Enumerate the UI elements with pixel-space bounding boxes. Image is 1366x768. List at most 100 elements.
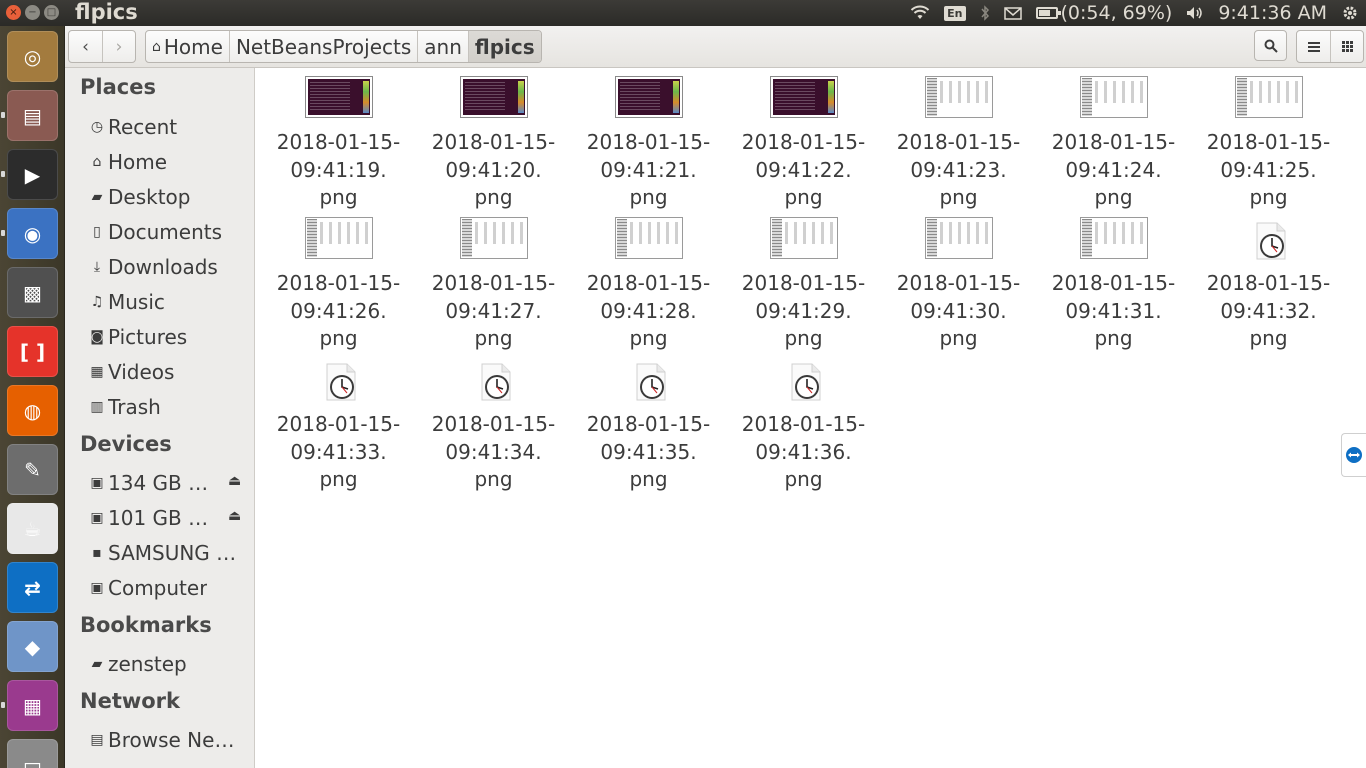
gear-icon[interactable]: [1341, 4, 1359, 22]
sidebar-item-pictures[interactable]: ◙ Pictures: [87, 322, 247, 352]
sidebar-header-bookmarks: Bookmarks: [80, 613, 212, 637]
search-button[interactable]: [1254, 30, 1287, 61]
firefox-icon[interactable]: ◍: [7, 385, 58, 436]
volume-icon[interactable]: [1186, 6, 1204, 20]
image-thumbnail: [459, 76, 528, 118]
file-item[interactable]: 2018-01-15- 09:41:21. png: [571, 76, 726, 217]
eject-icon[interactable]: ⏏: [228, 473, 241, 489]
mail-icon[interactable]: [1003, 6, 1022, 20]
teamviewer-icon: [1346, 447, 1362, 463]
image-thumbnail: [614, 217, 683, 259]
file-item[interactable]: 2018-01-15- 09:41:25. png: [1191, 76, 1346, 217]
java-icon[interactable]: ☕: [7, 503, 58, 554]
breadcrumb-netbeansprojects[interactable]: NetBeansProjects: [230, 31, 419, 62]
battery-indicator[interactable]: (0:54, 69%): [1035, 2, 1172, 24]
sidebar-item-label: Pictures: [108, 325, 188, 349]
sidebar-item-recent[interactable]: ◷ Recent: [87, 112, 247, 142]
wifi-icon[interactable]: [910, 5, 930, 21]
thumbnail-loading-icon: [631, 363, 667, 401]
image-thumbnail: [1079, 76, 1148, 118]
list-view-button[interactable]: [1297, 31, 1330, 62]
window-controls: × − □: [6, 5, 59, 20]
file-name: 2018-01-15- 09:41:31. png: [1051, 271, 1176, 350]
file-name: 2018-01-15- 09:41:35. png: [586, 412, 711, 491]
video-editor-icon[interactable]: ▩: [7, 267, 58, 318]
file-manager-icon[interactable]: ▤: [7, 90, 58, 141]
folder-icon: ▰: [91, 656, 103, 672]
file-item[interactable]: 2018-01-15- 09:41:30. png: [881, 217, 1036, 358]
sidebar-item-downloads[interactable]: ⤓ Downloads: [87, 252, 247, 282]
sidebar-item-label: Desktop: [108, 185, 191, 209]
sidebar-item-trash[interactable]: ▥ Trash: [87, 392, 247, 422]
breadcrumb-ann[interactable]: ann: [418, 31, 469, 62]
sidebar-item-label: Browse Ne…: [108, 728, 235, 752]
sidebar-network-browse-ne[interactable]: ▤ Browse Ne…: [87, 725, 247, 755]
eject-icon[interactable]: ⏏: [228, 508, 241, 524]
virtualbox-icon[interactable]: ◆: [7, 621, 58, 672]
sidebar-bookmark-zenstep[interactable]: ▰ zenstep: [87, 649, 247, 679]
chromium-icon[interactable]: ◉: [7, 208, 58, 259]
thumbnail-loading-icon: [786, 363, 822, 401]
image-thumbnail: [304, 76, 373, 118]
grid-view-icon: [1341, 41, 1353, 52]
teamviewer-icon[interactable]: ⇄: [7, 562, 58, 613]
brackets-icon[interactable]: [ ]: [7, 326, 58, 377]
file-name: 2018-01-15- 09:41:20. png: [431, 130, 556, 209]
file-item[interactable]: 2018-01-15- 09:41:33. png: [261, 358, 416, 499]
bluetooth-icon[interactable]: [980, 5, 990, 21]
minimize-window-button[interactable]: −: [25, 5, 40, 20]
back-button[interactable]: ‹: [69, 31, 102, 62]
file-item[interactable]: 2018-01-15- 09:41:19. png: [261, 76, 416, 217]
file-item[interactable]: 2018-01-15- 09:41:20. png: [416, 76, 571, 217]
file-item[interactable]: 2018-01-15- 09:41:24. png: [1036, 76, 1191, 217]
teamviewer-side-panel-tab[interactable]: [1341, 433, 1366, 477]
removable-drive-icon[interactable]: ▭: [7, 739, 58, 768]
forward-button[interactable]: ›: [102, 31, 135, 62]
clock[interactable]: 9:41:36 AM: [1218, 2, 1327, 24]
grid-view-button[interactable]: [1330, 31, 1363, 62]
file-item[interactable]: 2018-01-15- 09:41:32. png: [1191, 217, 1346, 358]
file-item[interactable]: 2018-01-15- 09:41:28. png: [571, 217, 726, 358]
ubuntu-dash-icon[interactable]: ◎: [7, 31, 58, 82]
sidebar-item-home[interactable]: ⌂ Home: [87, 147, 247, 177]
sidebar-item-videos[interactable]: ▦ Videos: [87, 357, 247, 387]
file-item[interactable]: 2018-01-15- 09:41:26. png: [261, 217, 416, 358]
file-item[interactable]: 2018-01-15- 09:41:36. png: [726, 358, 881, 499]
terminal-icon[interactable]: ▶: [7, 149, 58, 200]
file-name: 2018-01-15- 09:41:25. png: [1206, 130, 1331, 209]
keyboard-layout-indicator[interactable]: En: [944, 5, 966, 21]
view-switcher: [1296, 30, 1364, 63]
breadcrumb: ⌂ Home NetBeansProjects ann flpics: [145, 30, 542, 63]
file-item[interactable]: 2018-01-15- 09:41:34. png: [416, 358, 571, 499]
folder-icon: ▰: [91, 189, 103, 205]
text-editor-icon[interactable]: ✎: [7, 444, 58, 495]
sidebar-device-computer[interactable]: ▣ Computer: [87, 573, 247, 603]
sidebar-header-network: Network: [80, 689, 181, 713]
breadcrumb-home[interactable]: ⌂ Home: [146, 31, 230, 62]
sidebar-device-samsung[interactable]: ▪ SAMSUNG …: [87, 538, 247, 568]
sidebar-item-label: Downloads: [108, 255, 218, 279]
maximize-window-button[interactable]: □: [44, 5, 59, 20]
file-view[interactable]: 2018-01-15- 09:41:19. png 2018-01-15- 09:…: [256, 68, 1366, 768]
sidebar-item-music[interactable]: ♫ Music: [87, 287, 247, 317]
sidebar-device-101-gb[interactable]: ▣ 101 GB …: [87, 503, 247, 533]
breadcrumb-flpics[interactable]: flpics: [468, 31, 541, 62]
workspace-switcher-icon[interactable]: ▦: [7, 680, 58, 731]
file-item[interactable]: 2018-01-15- 09:41:31. png: [1036, 217, 1191, 358]
file-item[interactable]: 2018-01-15- 09:41:22. png: [726, 76, 881, 217]
file-item[interactable]: 2018-01-15- 09:41:35. png: [571, 358, 726, 499]
sidebar-item-label: Documents: [108, 220, 223, 244]
file-item[interactable]: 2018-01-15- 09:41:29. png: [726, 217, 881, 358]
sidebar-item-desktop[interactable]: ▰ Desktop: [87, 182, 247, 212]
image-thumbnail: [924, 217, 993, 259]
close-window-button[interactable]: ×: [6, 5, 21, 20]
sidebar-item-documents[interactable]: ▯ Documents: [87, 217, 247, 247]
file-name: 2018-01-15- 09:41:23. png: [896, 130, 1021, 209]
file-item[interactable]: 2018-01-15- 09:41:23. png: [881, 76, 1036, 217]
sidebar-device-134-gb[interactable]: ▣ 134 GB …: [87, 468, 247, 498]
usb-drive-icon: ▪: [92, 545, 102, 561]
image-thumbnail: [924, 76, 993, 118]
download-icon: ⤓: [93, 259, 101, 275]
file-item[interactable]: 2018-01-15- 09:41:27. png: [416, 217, 571, 358]
search-icon: [1264, 39, 1278, 53]
